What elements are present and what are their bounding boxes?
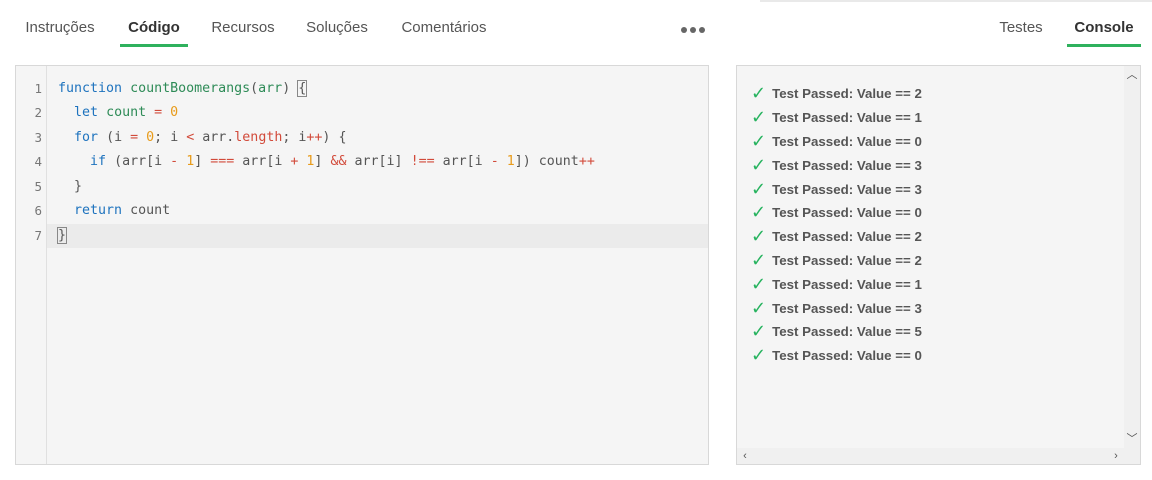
code-line[interactable]: for (i = 0; i < arr.length; i++) { xyxy=(58,126,708,150)
vertical-scrollbar[interactable]: ︿ ﹀ xyxy=(1124,66,1140,448)
horizontal-scrollbar[interactable]: ‹ › xyxy=(737,448,1140,464)
code-line[interactable]: return count xyxy=(58,199,708,223)
test-result-text: Test Passed: Value == 2 xyxy=(772,253,922,268)
scroll-right-icon[interactable]: › xyxy=(1108,449,1124,463)
tab-solucoes[interactable]: Soluções xyxy=(305,0,369,47)
code-line[interactable]: } xyxy=(56,224,708,248)
scroll-down-icon[interactable]: ﹀ xyxy=(1124,432,1140,446)
code-editor[interactable]: 1 2 3 4 5 6 7 function countBoomerangs(a… xyxy=(15,65,709,465)
code-line[interactable]: function countBoomerangs(arr) { xyxy=(58,77,708,101)
test-result-text: Test Passed: Value == 2 xyxy=(772,86,922,101)
code-line[interactable]: if (arr[i - 1] === arr[i + 1] && arr[i] … xyxy=(58,150,708,174)
tab-label: Soluções xyxy=(306,19,368,36)
tab-label: Código xyxy=(128,19,180,36)
check-icon: ✓ xyxy=(751,321,767,341)
test-result-text: Test Passed: Value == 1 xyxy=(772,110,922,125)
tab-recursos[interactable]: Recursos xyxy=(210,0,276,47)
scroll-up-icon[interactable]: ︿ xyxy=(1124,68,1140,82)
tab-label: Instruções xyxy=(25,19,95,36)
line-number: 3 xyxy=(34,130,42,145)
line-number: 4 xyxy=(34,154,42,169)
test-result-text: Test Passed: Value == 2 xyxy=(772,229,922,244)
test-result: ✓ Test Passed: Value == 2 xyxy=(751,80,922,104)
check-icon: ✓ xyxy=(751,155,767,175)
check-icon: ✓ xyxy=(751,250,767,270)
check-icon: ✓ xyxy=(751,202,767,222)
tab-label: Comentários xyxy=(401,19,487,36)
check-icon: ✓ xyxy=(751,179,767,199)
scroll-left-icon[interactable]: ‹ xyxy=(737,449,753,463)
test-result-text: Test Passed: Value == 1 xyxy=(772,277,922,292)
tab-codigo[interactable]: Código xyxy=(120,0,188,47)
check-icon: ✓ xyxy=(751,345,767,365)
test-result: ✓ Test Passed: Value == 1 xyxy=(751,104,922,128)
check-icon: ✓ xyxy=(751,298,767,318)
check-icon: ✓ xyxy=(751,226,767,246)
test-result: ✓ Test Passed: Value == 3 xyxy=(751,152,922,176)
console-panel[interactable]: ✓ Test Passed: Value == 2 ✓ Test Passed: V… xyxy=(736,65,1141,465)
test-result: ✓ Test Passed: Value == 2 xyxy=(751,247,922,271)
check-icon: ✓ xyxy=(751,83,767,103)
test-result-text: Test Passed: Value == 0 xyxy=(772,205,922,220)
test-result-text: Test Passed: Value == 3 xyxy=(772,301,922,316)
check-icon: ✓ xyxy=(751,131,767,151)
tab-testes[interactable]: Testes xyxy=(997,0,1045,47)
test-result-text: Test Passed: Value == 3 xyxy=(772,158,922,173)
tab-console[interactable]: Console xyxy=(1067,0,1141,47)
line-number: 2 xyxy=(34,105,42,120)
tab-label: Testes xyxy=(999,19,1043,36)
test-result: ✓ Test Passed: Value == 5 xyxy=(751,318,922,342)
tab-label: Recursos xyxy=(211,19,275,36)
code-line[interactable]: let count = 0 xyxy=(58,101,708,125)
code-line[interactable]: } xyxy=(58,175,708,199)
test-result: ✓ Test Passed: Value == 2 xyxy=(751,223,922,247)
test-result-text: Test Passed: Value == 3 xyxy=(772,182,922,197)
test-result: ✓ Test Passed: Value == 3 xyxy=(751,295,922,319)
active-tab-indicator xyxy=(1067,44,1141,47)
tab-instrucoes[interactable]: Instruções xyxy=(22,0,98,47)
tab-comentarios[interactable]: Comentários xyxy=(399,0,489,47)
line-number: 6 xyxy=(34,203,42,218)
test-result: ✓ Test Passed: Value == 1 xyxy=(751,271,922,295)
test-result: ✓ Test Passed: Value == 0 xyxy=(751,199,922,223)
active-tab-indicator xyxy=(120,44,188,47)
line-number: 5 xyxy=(34,179,42,194)
more-horizontal-icon[interactable] xyxy=(681,22,705,38)
line-number-gutter: 1 2 3 4 5 6 7 xyxy=(16,66,47,464)
test-result-text: Test Passed: Value == 0 xyxy=(772,348,922,363)
test-result-text: Test Passed: Value == 0 xyxy=(772,134,922,149)
test-result-text: Test Passed: Value == 5 xyxy=(772,324,922,339)
tab-label: Console xyxy=(1074,19,1134,36)
test-result: ✓ Test Passed: Value == 0 xyxy=(751,342,922,366)
check-icon: ✓ xyxy=(751,107,767,127)
check-icon: ✓ xyxy=(751,274,767,294)
test-result: ✓ Test Passed: Value == 3 xyxy=(751,176,922,200)
test-result: ✓ Test Passed: Value == 0 xyxy=(751,128,922,152)
line-number: 7 xyxy=(34,228,42,243)
line-number: 1 xyxy=(34,81,42,96)
